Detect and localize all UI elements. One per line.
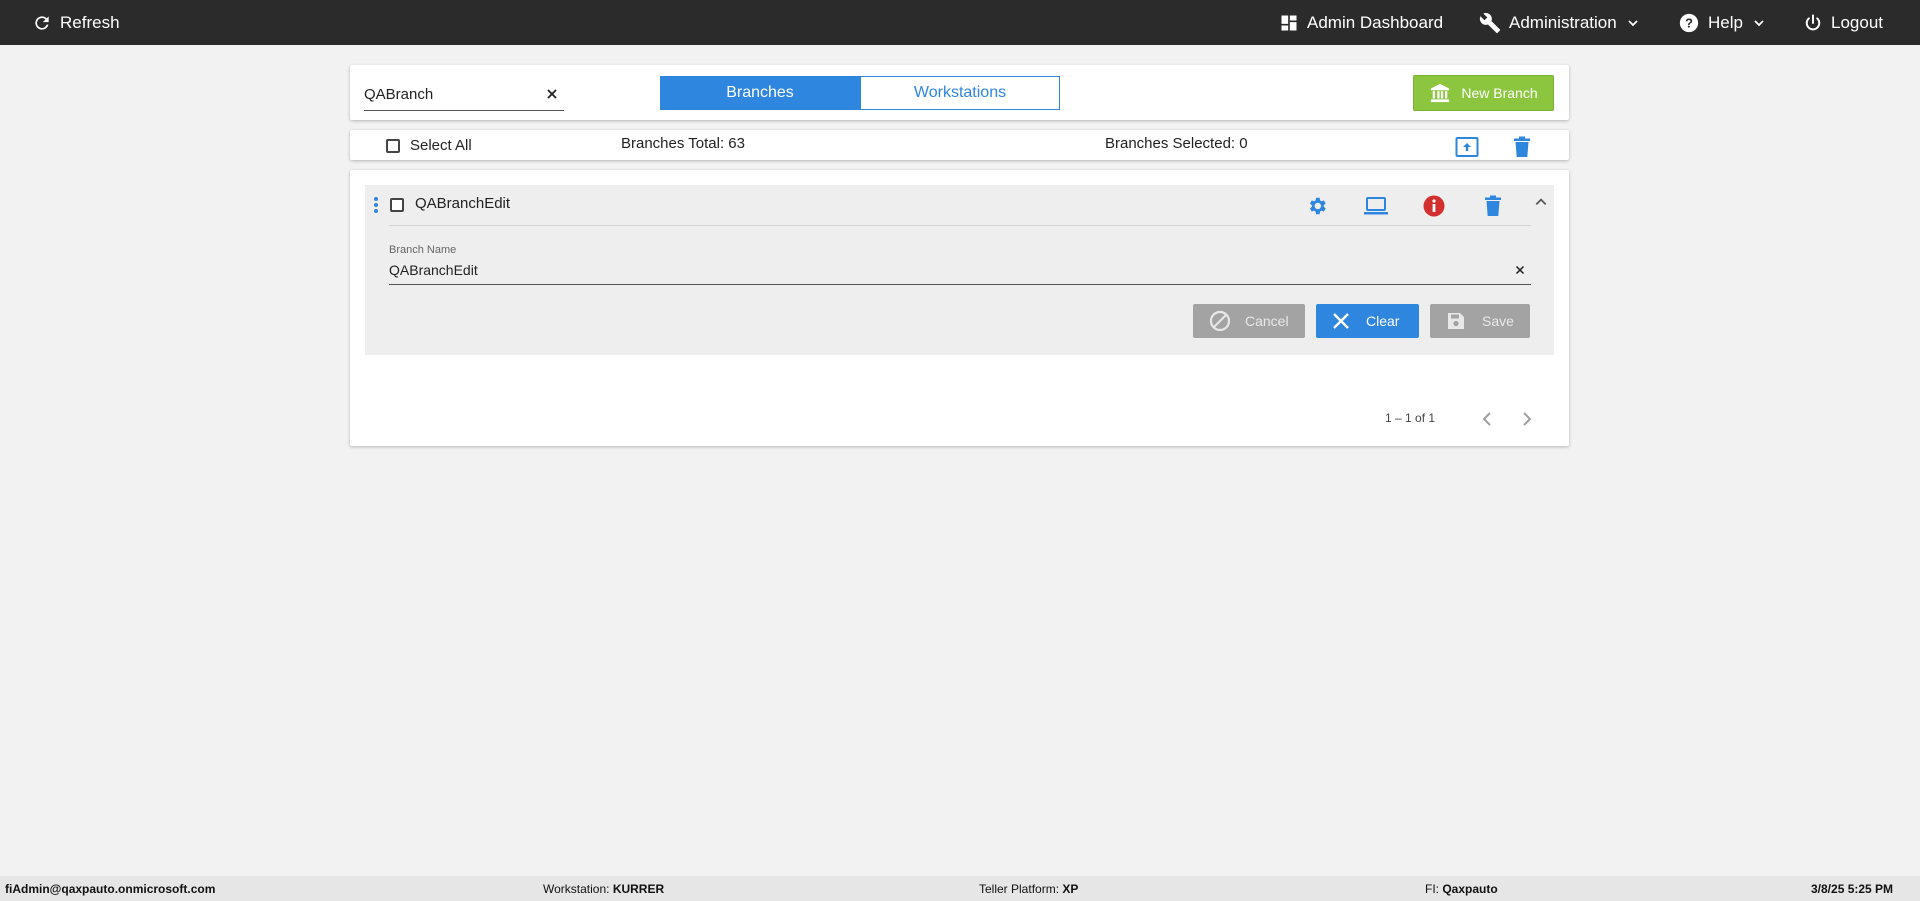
administration-menu[interactable]: Administration: [1479, 0, 1639, 45]
footer-platform-value: XP: [1062, 882, 1079, 896]
top-bar: Refresh Admin Dashboard Administration ?…: [0, 0, 1920, 45]
trash-icon[interactable]: [1483, 195, 1503, 217]
footer-fi-value: Qaxpauto: [1442, 882, 1498, 896]
cancel-button[interactable]: Cancel: [1193, 304, 1305, 338]
save-button[interactable]: Save: [1430, 304, 1530, 338]
footer-workstation-value: KURRER: [612, 882, 665, 896]
cancel-label: Cancel: [1245, 313, 1289, 329]
admin-dashboard-link[interactable]: Admin Dashboard: [1279, 0, 1443, 45]
search-field[interactable]: [364, 80, 564, 111]
tab-branches-label: Branches: [726, 84, 794, 101]
select-all-checkbox[interactable]: [386, 138, 400, 153]
clear-button[interactable]: Clear: [1316, 304, 1419, 338]
tab-workstations-label: Workstations: [913, 84, 1007, 101]
new-branch-button[interactable]: New Branch: [1413, 75, 1554, 111]
chevron-down-icon: [1753, 17, 1765, 29]
refresh-button[interactable]: Refresh: [32, 0, 120, 45]
branches-total: Branches Total: 63: [621, 135, 745, 152]
cancel-icon: [1209, 310, 1231, 332]
close-icon: [1332, 312, 1350, 330]
footer-fi: FI: Qaxpauto: [1425, 882, 1498, 896]
footer-datetime: 3/8/25 5:25 PM: [1811, 882, 1894, 896]
help-menu[interactable]: ? Help: [1678, 0, 1765, 45]
branch-name-field-label: Branch Name: [389, 244, 457, 256]
chevron-left-icon[interactable]: [1480, 411, 1494, 427]
chevron-up-icon[interactable]: [1534, 195, 1548, 209]
bank-icon: [1429, 83, 1451, 103]
footer-platform: Teller Platform: XP: [979, 882, 1078, 896]
refresh-label: Refresh: [60, 12, 120, 32]
status-bar: fiAdmin@qaxpauto.onmicrosoft.com Worksta…: [0, 876, 1920, 901]
footer-workstation-label: Workstation:: [543, 882, 613, 896]
branch-item-checkbox[interactable]: [390, 198, 404, 212]
drag-handle-icon[interactable]: [373, 196, 379, 214]
logout-label: Logout: [1831, 12, 1883, 32]
upload-icon[interactable]: [1455, 136, 1479, 158]
svg-text:?: ?: [1685, 15, 1693, 30]
pagination-range: 1 – 1 of 1: [1385, 411, 1436, 425]
help-label: Help: [1708, 12, 1743, 32]
tab-branches[interactable]: Branches: [660, 76, 860, 110]
search-input[interactable]: [364, 84, 534, 104]
chevron-down-icon: [1627, 17, 1639, 29]
info-icon[interactable]: [1423, 195, 1445, 217]
gear-icon[interactable]: [1306, 195, 1328, 217]
trash-icon[interactable]: [1512, 136, 1532, 158]
new-branch-label: New Branch: [1461, 85, 1538, 101]
dashboard-icon: [1279, 13, 1299, 33]
branch-item-name: QABranchEdit: [415, 195, 511, 212]
logout-button[interactable]: Logout: [1803, 0, 1883, 45]
footer-fi-label: FI:: [1425, 882, 1443, 896]
footer-user: fiAdmin@qaxpauto.onmicrosoft.com: [5, 882, 216, 896]
footer-workstation: Workstation: KURRER: [543, 882, 664, 896]
laptop-icon[interactable]: [1364, 196, 1388, 216]
wrench-icon: [1479, 12, 1501, 34]
close-icon[interactable]: [1513, 263, 1527, 277]
power-icon: [1803, 13, 1823, 33]
branches-selected: Branches Selected: 0: [1105, 135, 1248, 152]
branch-name-input[interactable]: [389, 260, 1489, 280]
summary-card: [350, 130, 1569, 160]
admin-dashboard-label: Admin Dashboard: [1307, 12, 1444, 32]
clear-label: Clear: [1366, 313, 1400, 329]
close-icon[interactable]: [544, 86, 560, 102]
administration-label: Administration: [1509, 12, 1617, 32]
chevron-right-icon[interactable]: [1520, 411, 1534, 427]
tab-workstations[interactable]: Workstations: [860, 76, 1060, 110]
save-label: Save: [1482, 313, 1514, 329]
select-all[interactable]: Select All: [386, 137, 472, 154]
footer-platform-label: Teller Platform:: [979, 882, 1063, 896]
divider: [389, 225, 1531, 226]
help-icon: ?: [1678, 12, 1700, 34]
save-icon: [1446, 311, 1466, 331]
refresh-icon: [32, 13, 52, 33]
branch-name-field[interactable]: [389, 258, 1531, 285]
select-all-label: Select All: [410, 137, 472, 154]
